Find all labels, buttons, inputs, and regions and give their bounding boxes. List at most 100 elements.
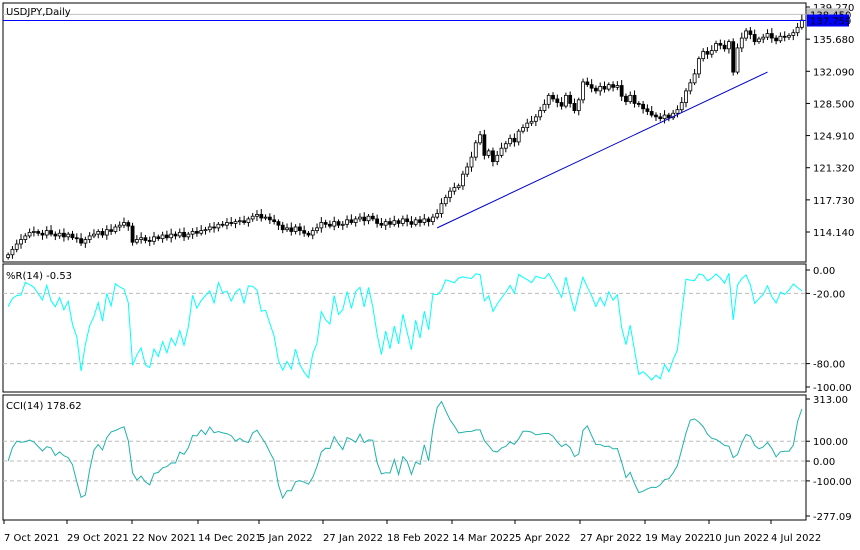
- candle[interactable]: [765, 33, 770, 38]
- candle[interactable]: [666, 114, 671, 119]
- candle[interactable]: [645, 108, 650, 112]
- candle[interactable]: [134, 239, 139, 243]
- candle[interactable]: [448, 190, 452, 198]
- candle[interactable]: [173, 233, 178, 237]
- candle[interactable]: [297, 226, 302, 231]
- candle[interactable]: [529, 120, 534, 124]
- candle[interactable]: [392, 220, 397, 225]
- candle[interactable]: [714, 43, 718, 52]
- candle[interactable]: [491, 150, 495, 163]
- candle[interactable]: [718, 43, 723, 46]
- candle[interactable]: [675, 109, 680, 114]
- candle[interactable]: [225, 222, 229, 226]
- candle[interactable]: [649, 111, 654, 116]
- candle[interactable]: [306, 232, 311, 236]
- candle[interactable]: [272, 219, 277, 223]
- candle[interactable]: [379, 223, 384, 226]
- candle[interactable]: [727, 41, 731, 50]
- candle[interactable]: [143, 237, 148, 241]
- candle[interactable]: [439, 203, 444, 214]
- candle[interactable]: [799, 19, 804, 28]
- candle[interactable]: [199, 230, 204, 234]
- candle[interactable]: [619, 85, 624, 97]
- candle[interactable]: [757, 38, 761, 43]
- candle[interactable]: [96, 231, 101, 235]
- candle[interactable]: [654, 114, 658, 118]
- candle[interactable]: [14, 243, 19, 250]
- candle[interactable]: [186, 233, 191, 238]
- candle[interactable]: [182, 231, 186, 238]
- candle[interactable]: [641, 103, 646, 110]
- candle[interactable]: [216, 223, 221, 229]
- candle[interactable]: [27, 231, 32, 237]
- candle[interactable]: [345, 219, 349, 225]
- candle[interactable]: [430, 216, 435, 223]
- candle[interactable]: [53, 233, 58, 237]
- candle[interactable]: [778, 35, 783, 42]
- candle[interactable]: [409, 221, 414, 225]
- candle[interactable]: [598, 86, 603, 92]
- candle[interactable]: [628, 94, 633, 103]
- candle[interactable]: [388, 221, 392, 225]
- candle[interactable]: [122, 222, 126, 226]
- candle[interactable]: [662, 114, 667, 120]
- candle[interactable]: [752, 34, 757, 43]
- candle[interactable]: [263, 216, 268, 219]
- candle[interactable]: [126, 222, 131, 227]
- candle[interactable]: [83, 239, 88, 244]
- candle[interactable]: [383, 221, 388, 226]
- candle[interactable]: [349, 219, 354, 223]
- candle[interactable]: [233, 221, 238, 224]
- candle[interactable]: [478, 134, 482, 144]
- candle[interactable]: [761, 36, 766, 40]
- candle[interactable]: [585, 81, 590, 86]
- candle[interactable]: [658, 116, 663, 120]
- candle[interactable]: [512, 137, 517, 143]
- candle[interactable]: [508, 137, 513, 145]
- candle[interactable]: [632, 94, 637, 104]
- candle[interactable]: [701, 51, 706, 60]
- candle[interactable]: [400, 218, 405, 224]
- candle[interactable]: [473, 142, 478, 158]
- candle[interactable]: [293, 226, 298, 232]
- candle[interactable]: [358, 216, 362, 220]
- candle[interactable]: [319, 222, 324, 229]
- candle[interactable]: [195, 231, 199, 234]
- candle[interactable]: [152, 236, 156, 242]
- candle[interactable]: [551, 94, 555, 100]
- candle[interactable]: [375, 218, 380, 224]
- candle[interactable]: [169, 233, 174, 239]
- candle[interactable]: [302, 230, 307, 234]
- chart-window[interactable]: 139.270135.680132.090128.500124.910121.3…: [0, 0, 860, 550]
- candle[interactable]: [413, 219, 418, 225]
- chart-canvas[interactable]: 139.270135.680132.090128.500124.910121.3…: [0, 0, 860, 550]
- candle[interactable]: [521, 127, 525, 132]
- candle[interactable]: [6, 254, 11, 258]
- candle[interactable]: [328, 223, 332, 227]
- candle[interactable]: [259, 214, 264, 219]
- candle[interactable]: [31, 231, 36, 233]
- candle[interactable]: [486, 150, 491, 156]
- candle[interactable]: [100, 231, 105, 236]
- candle[interactable]: [366, 215, 371, 222]
- candle[interactable]: [684, 90, 688, 103]
- candle[interactable]: [62, 232, 66, 238]
- candle[interactable]: [469, 156, 474, 168]
- candle[interactable]: [255, 214, 259, 217]
- candle[interactable]: [405, 218, 410, 223]
- candle[interactable]: [418, 219, 422, 223]
- candle[interactable]: [280, 224, 285, 231]
- candle[interactable]: [220, 223, 225, 226]
- candle[interactable]: [709, 50, 714, 55]
- candle[interactable]: [679, 102, 684, 111]
- candle[interactable]: [495, 154, 500, 163]
- candle[interactable]: [546, 94, 551, 105]
- candle[interactable]: [705, 51, 710, 55]
- candle[interactable]: [156, 236, 161, 240]
- candle[interactable]: [332, 221, 337, 227]
- candle[interactable]: [533, 116, 538, 122]
- candle[interactable]: [237, 220, 242, 223]
- candle[interactable]: [113, 226, 118, 232]
- candle[interactable]: [370, 215, 375, 220]
- candle[interactable]: [422, 218, 427, 223]
